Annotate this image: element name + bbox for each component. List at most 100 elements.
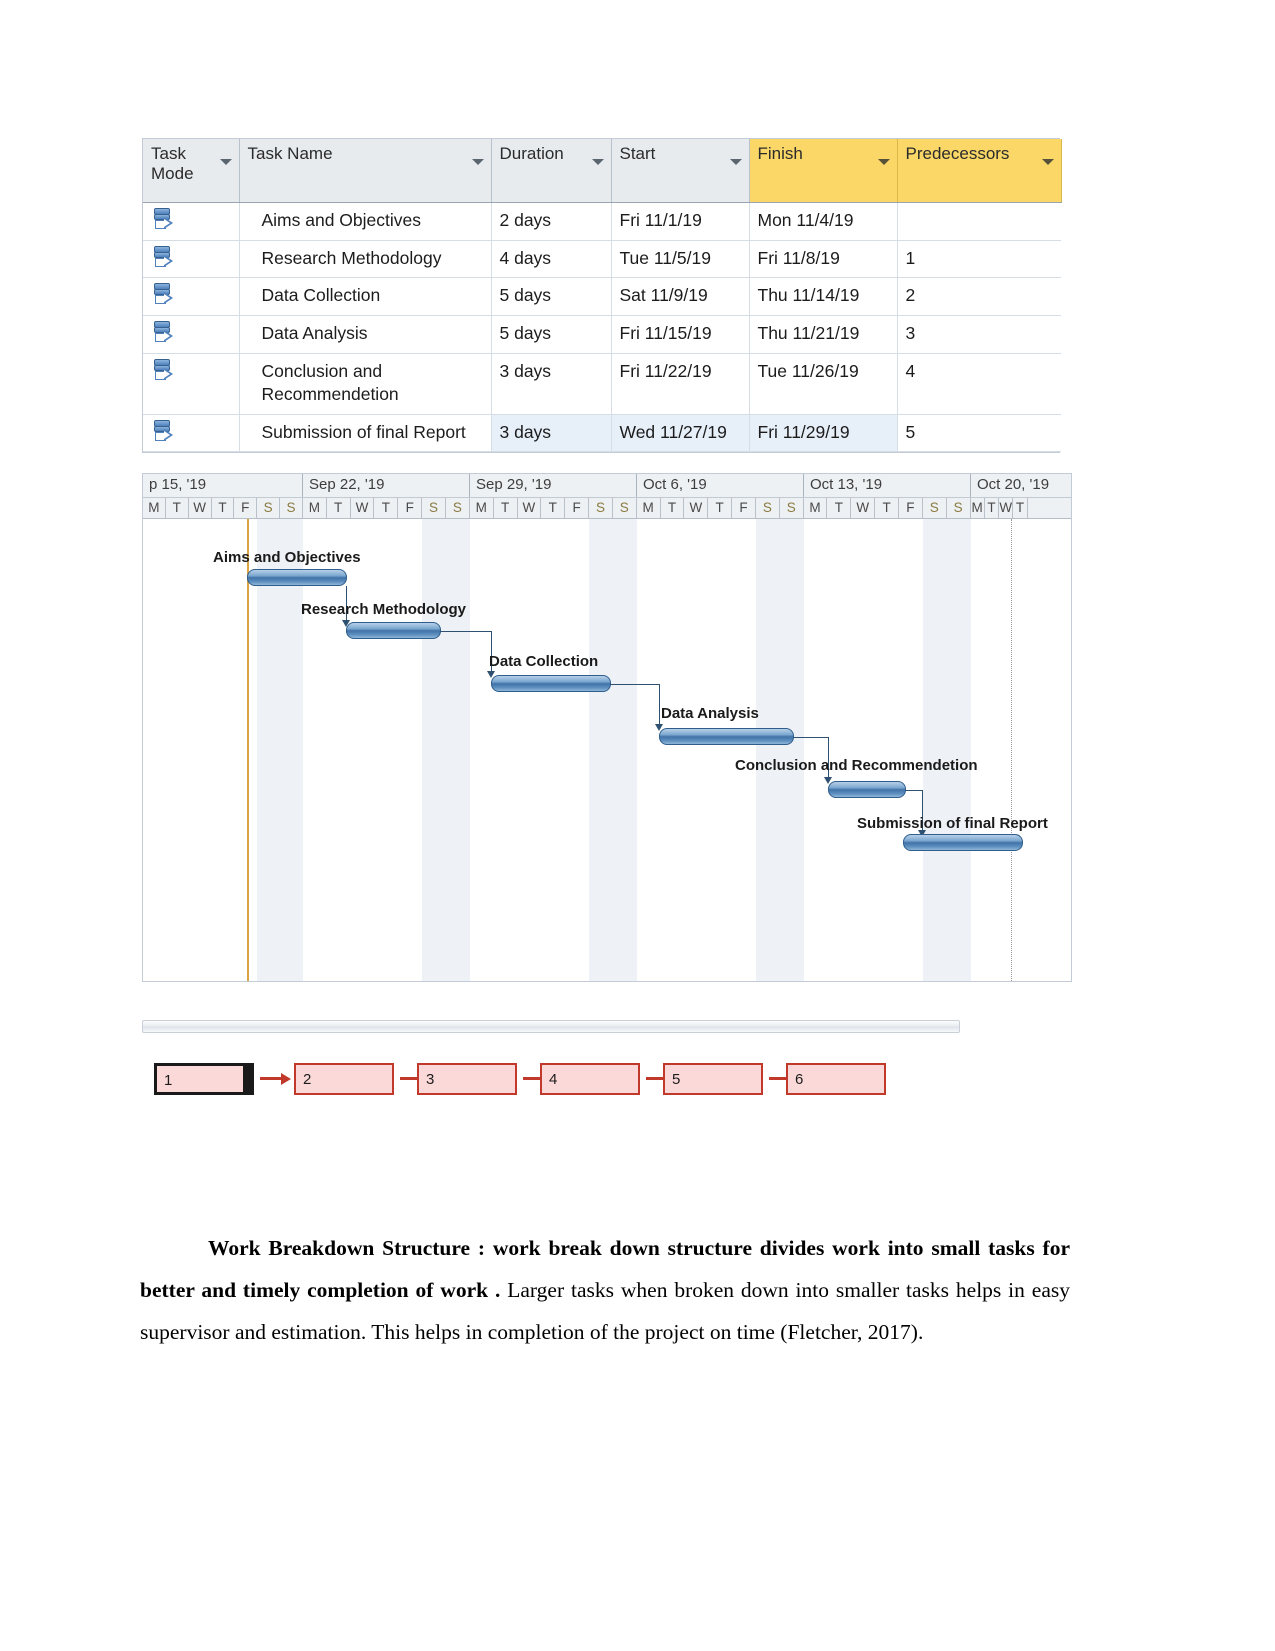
- cell-start[interactable]: Fri 11/22/19: [611, 353, 750, 415]
- timeline-day-cell: T: [1013, 498, 1028, 519]
- cell-task-mode[interactable]: [143, 202, 240, 241]
- cell-task-mode[interactable]: [143, 277, 240, 316]
- link-line: [793, 737, 829, 739]
- timeline-day-cell: S: [589, 498, 613, 519]
- cell-task-mode[interactable]: [143, 240, 240, 279]
- cell-duration[interactable]: 2 days: [491, 202, 612, 241]
- weekend-shading: [613, 519, 637, 982]
- horizontal-splitter-bar[interactable]: [142, 1020, 960, 1034]
- weekend-shading: [257, 519, 281, 982]
- cell-start[interactable]: Tue 11/5/19: [611, 240, 750, 279]
- table-row[interactable]: Aims and Objectives 2 days Fri 11/1/19 M…: [143, 202, 1061, 241]
- gantt-bar[interactable]: [828, 781, 906, 799]
- gantt-bar[interactable]: [247, 569, 347, 587]
- timeline-day-cell: S: [923, 498, 947, 519]
- filter-arrow-icon[interactable]: [877, 159, 890, 165]
- timeline-day-cell: S: [257, 498, 281, 519]
- cell-predecessors[interactable]: 1: [897, 240, 1061, 279]
- filter-arrow-icon[interactable]: [219, 159, 232, 165]
- timeline-day-cell: M: [303, 498, 327, 519]
- filter-arrow-icon[interactable]: [591, 159, 604, 165]
- table-row[interactable]: Submission of final Report 3 days Wed 11…: [143, 414, 1061, 453]
- filter-arrow-icon[interactable]: [471, 159, 484, 165]
- timeline-day-cell: F: [732, 498, 756, 519]
- timeline-week: Oct 20, '19: [977, 476, 1050, 494]
- cell-finish[interactable]: Fri 11/29/19: [749, 414, 898, 453]
- column-header-start[interactable]: Start: [611, 139, 750, 203]
- gantt-plot-area: Aims and Objectives Research Methodology…: [143, 519, 1071, 982]
- timeline-day-cell: W: [684, 498, 709, 519]
- bar-label: Submission of final Report: [857, 815, 1048, 833]
- column-header-finish[interactable]: Finish: [749, 139, 898, 203]
- network-node[interactable]: 1: [154, 1063, 254, 1096]
- cell-task-name[interactable]: Submission of final Report: [239, 414, 492, 453]
- timeline-day-cell: T: [327, 498, 351, 519]
- timeline-day-cell: S: [947, 498, 971, 519]
- cell-duration[interactable]: 5 days: [491, 277, 612, 316]
- timeline-day-cell: W: [518, 498, 542, 519]
- auto-schedule-icon: [153, 207, 175, 233]
- filter-arrow-icon[interactable]: [1041, 159, 1054, 165]
- gantt-bar[interactable]: [346, 622, 441, 640]
- timeline-day-cell: T: [541, 498, 566, 519]
- cell-duration[interactable]: 5 days: [491, 315, 612, 354]
- timeline-day-cell: F: [234, 498, 258, 519]
- gantt-bar[interactable]: [659, 728, 794, 746]
- column-header-duration[interactable]: Duration: [491, 139, 612, 203]
- gantt-chart: p 15, '19 Sep 22, '19 Sep 29, '19 Oct 6,…: [142, 473, 1072, 983]
- cell-start[interactable]: Fri 11/15/19: [611, 315, 750, 354]
- gantt-bar[interactable]: [903, 834, 1023, 852]
- timeline-day-cell: F: [398, 498, 423, 519]
- cell-finish[interactable]: Mon 11/4/19: [749, 202, 898, 241]
- timeline-day-cell: T: [374, 498, 399, 519]
- filter-arrow-icon[interactable]: [729, 159, 742, 165]
- cell-finish[interactable]: Thu 11/14/19: [749, 277, 898, 316]
- table-row[interactable]: Data Analysis 5 days Fri 11/15/19 Thu 11…: [143, 315, 1061, 354]
- timeline-day-header: MTWTFSSMTWTFSSMTWTFSSMTWTFSSMTWTFSSMTWT: [143, 498, 1071, 520]
- network-node[interactable]: 2: [294, 1063, 394, 1096]
- cell-predecessors[interactable]: 4: [897, 353, 1061, 415]
- bar-label: Research Methodology: [301, 601, 467, 619]
- column-header-task-mode[interactable]: Task Mode: [143, 139, 240, 203]
- table-row[interactable]: Data Collection 5 days Sat 11/9/19 Thu 1…: [143, 277, 1061, 316]
- cell-task-mode[interactable]: [143, 353, 240, 415]
- cell-predecessors[interactable]: 3: [897, 315, 1061, 354]
- column-header-task-name[interactable]: Task Name: [239, 139, 492, 203]
- column-header-finish-label: Finish: [757, 144, 803, 163]
- timeline-week: Sep 29, '19: [470, 474, 637, 498]
- cell-task-mode[interactable]: [143, 315, 240, 354]
- timeline-day-cell: M: [804, 498, 828, 519]
- weekend-shading: [780, 519, 804, 982]
- cell-duration[interactable]: 3 days: [491, 414, 612, 453]
- cell-task-name[interactable]: Data Analysis: [239, 315, 492, 354]
- cell-finish[interactable]: Tue 11/26/19: [749, 353, 898, 415]
- timeline-week: Sep 22, '19: [303, 474, 470, 498]
- network-connector: [260, 1073, 291, 1086]
- cell-task-name[interactable]: Data Collection: [239, 277, 492, 316]
- table-row[interactable]: Conclusion and Recommendetion 3 days Fri…: [143, 353, 1061, 415]
- cell-start[interactable]: Fri 11/1/19: [611, 202, 750, 241]
- cell-task-mode[interactable]: [143, 414, 240, 453]
- cell-task-name[interactable]: Aims and Objectives: [239, 202, 492, 241]
- cell-finish[interactable]: Thu 11/21/19: [749, 315, 898, 354]
- cell-predecessors[interactable]: [897, 202, 1061, 241]
- timeline-day-cell: S: [756, 498, 780, 519]
- cell-task-name[interactable]: Research Methodology: [239, 240, 492, 279]
- cell-finish[interactable]: Fri 11/8/19: [749, 240, 898, 279]
- network-node[interactable]: 3: [417, 1063, 517, 1096]
- column-header-predecessors[interactable]: Predecessors: [897, 139, 1062, 203]
- cell-predecessors[interactable]: 5: [897, 414, 1061, 453]
- cell-predecessors[interactable]: 2: [897, 277, 1061, 316]
- cell-duration[interactable]: 3 days: [491, 353, 612, 415]
- cell-start[interactable]: Wed 11/27/19: [611, 414, 750, 453]
- network-node[interactable]: 4: [540, 1063, 640, 1096]
- weekend-shading: [422, 519, 447, 982]
- network-node[interactable]: 6: [786, 1063, 886, 1096]
- timeline-week: Oct 6, '19: [637, 474, 804, 498]
- network-node[interactable]: 5: [663, 1063, 763, 1096]
- cell-duration[interactable]: 4 days: [491, 240, 612, 279]
- cell-start[interactable]: Sat 11/9/19: [611, 277, 750, 316]
- cell-task-name[interactable]: Conclusion and Recommendetion: [239, 353, 492, 415]
- table-row[interactable]: Research Methodology 4 days Tue 11/5/19 …: [143, 240, 1061, 279]
- gantt-bar[interactable]: [491, 675, 611, 693]
